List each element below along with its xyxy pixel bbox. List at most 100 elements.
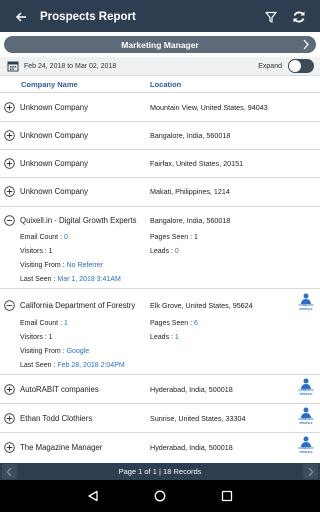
table-row[interactable]: AutoRABIT companies Hyderabad, India, 50…: [0, 375, 320, 404]
last-seen: Last Seen : Mar 1, 2018 3:41AM: [20, 276, 121, 283]
prospects-list: Unknown Company Mountain View, United St…: [0, 93, 320, 463]
company-name: Unknown Company: [20, 131, 89, 140]
pager-bar: Page 1 of 1 | 18 Records: [0, 463, 320, 480]
email-count-label: Email Count :: [20, 320, 63, 327]
refresh-button[interactable]: [286, 2, 312, 32]
visiting-from-label: Visiting From :: [20, 262, 65, 269]
nav-home-button[interactable]: [150, 486, 170, 506]
system-nav-bar: [0, 480, 320, 512]
last-seen: Last Seen : Feb 28, 2018 2:04PM: [20, 362, 125, 369]
table-row[interactable]: Unknown Company Makati, Philippines, 121…: [0, 178, 320, 207]
expand-plus-icon[interactable]: [4, 413, 15, 424]
toggle-knob: [289, 60, 301, 72]
square-recents-icon: [221, 490, 232, 502]
leads: Leads : 1: [150, 334, 179, 341]
role-selector[interactable]: Marketing Manager: [4, 36, 316, 53]
date-range[interactable]: Feb 24, 2018 to Mar 02, 2018: [24, 63, 258, 70]
expand-plus-icon[interactable]: [4, 384, 15, 395]
pages-seen-value[interactable]: 6: [194, 320, 198, 327]
visitors-label: Visitors :: [20, 334, 47, 341]
visitors: Visitors : 1: [20, 334, 53, 341]
chevron-left-icon: [6, 467, 12, 476]
company-location: Bangalore, India, 560018: [150, 216, 231, 225]
company-location: Bangalore, India, 560018: [150, 131, 231, 140]
filter-button[interactable]: [258, 2, 284, 32]
collapse-minus-icon[interactable]: [4, 300, 15, 311]
next-page-button[interactable]: [303, 464, 318, 479]
prev-page-button[interactable]: [2, 464, 17, 479]
company-profile-label: COMPANY PROFILE: [298, 388, 314, 396]
company-profile-button[interactable]: COMPANY PROFILE: [296, 293, 316, 311]
expand-plus-icon[interactable]: [4, 158, 15, 169]
expand-toggle[interactable]: [288, 59, 314, 73]
expand-plus-icon[interactable]: [4, 186, 15, 197]
pages-seen: Pages Seen : 1: [150, 234, 198, 241]
visiting-from-label: Visiting From :: [20, 348, 65, 355]
table-row[interactable]: Unknown Company Mountain View, United St…: [0, 93, 320, 122]
last-seen-label: Last Seen :: [20, 362, 56, 369]
table-row[interactable]: Unknown Company Bangalore, India, 560018: [0, 122, 320, 150]
company-profile-button[interactable]: COMPANY PROFILE: [296, 407, 316, 425]
company-profile-label: COMPANY PROFILE: [298, 446, 314, 454]
collapse-minus-icon[interactable]: [4, 215, 15, 226]
email-count: Email Count : 0: [20, 234, 68, 241]
expand-plus-icon[interactable]: [4, 102, 15, 113]
column-header-location: Location: [150, 80, 182, 89]
company-name: AutoRABIT companies: [20, 385, 99, 394]
table-row[interactable]: Unknown Company Fairfax, United States, …: [0, 150, 320, 178]
leads-value[interactable]: 0: [175, 248, 179, 255]
leads-value[interactable]: 1: [175, 334, 179, 341]
nav-recents-button[interactable]: [217, 486, 237, 506]
expand-plus-icon[interactable]: [4, 442, 15, 453]
leads: Leads : 0: [150, 248, 179, 255]
email-count-label: Email Count :: [20, 234, 63, 241]
column-header-company: Company Name: [21, 80, 78, 89]
role-selector-bar: Marketing Manager: [0, 32, 320, 56]
company-location: Makati, Philippines, 1214: [150, 187, 230, 196]
company-profile-label: COMPANY PROFILE: [298, 417, 314, 425]
leads-label: Leads :: [150, 248, 173, 255]
pager-text: Page 1 of 1 | 18 Records: [118, 467, 202, 476]
company-location: Hyderabad, India, 500018: [150, 385, 233, 394]
chevron-right-icon: [303, 39, 309, 50]
page-title: Prospects Report: [40, 11, 136, 23]
table-row-expanded[interactable]: California Department of Forestry Elk Gr…: [0, 289, 320, 375]
calendar-icon[interactable]: [7, 60, 19, 72]
back-button[interactable]: [8, 2, 34, 32]
expand-label: Expand: [258, 62, 282, 70]
role-label: Marketing Manager: [121, 39, 199, 50]
pages-seen-label: Pages Seen :: [150, 320, 193, 327]
company-location: Mountain View, United States, 94043: [150, 103, 268, 112]
table-header: Company Name Location: [0, 76, 320, 93]
table-row[interactable]: The Magazine Manager Hyderabad, India, 5…: [0, 433, 320, 462]
triangle-back-icon: [88, 490, 98, 502]
table-row-expanded[interactable]: Quixell.in - Digital Growth Experts Bang…: [0, 207, 320, 289]
email-count-value[interactable]: 1: [64, 320, 68, 327]
company-name: The Magazine Manager: [20, 443, 103, 452]
company-name: California Department of Forestry: [20, 301, 136, 310]
company-profile-button[interactable]: COMPANY PROFILE: [296, 378, 316, 396]
refresh-icon: [293, 11, 305, 23]
company-profile-button[interactable]: COMPANY PROFILE: [296, 436, 316, 454]
table-row[interactable]: Ethan Todd Clothiers Sunrise, United Sta…: [0, 404, 320, 433]
company-location: Fairfax, United States, 20151: [150, 159, 244, 168]
company-name: Unknown Company: [20, 159, 89, 168]
last-seen-value: Mar 1, 2018 3:41AM: [57, 276, 121, 283]
visiting-from-value: Google: [66, 348, 90, 355]
visitors: Visitors : 1: [20, 248, 53, 255]
last-seen-label: Last Seen :: [20, 276, 56, 283]
company-location: Elk Grove, United States, 95624: [150, 301, 253, 310]
company-location: Hyderabad, India, 500018: [150, 443, 233, 452]
visiting-from: Visiting From : Google: [20, 348, 89, 355]
nav-back-button[interactable]: [83, 486, 103, 506]
leads-label: Leads :: [150, 334, 173, 341]
visiting-from-value: No Referrer: [66, 262, 104, 269]
email-count: Email Count : 1: [20, 320, 68, 327]
expand-plus-icon[interactable]: [4, 130, 15, 141]
email-count-value[interactable]: 0: [64, 234, 68, 241]
app-bar: Prospects Report: [0, 2, 320, 32]
company-profile-label: COMPANY PROFILE: [298, 303, 314, 311]
visiting-from: Visiting From : No Referrer: [20, 262, 103, 269]
circle-home-icon: [154, 490, 166, 502]
company-location: Sunrise, United States, 33304: [150, 414, 246, 423]
